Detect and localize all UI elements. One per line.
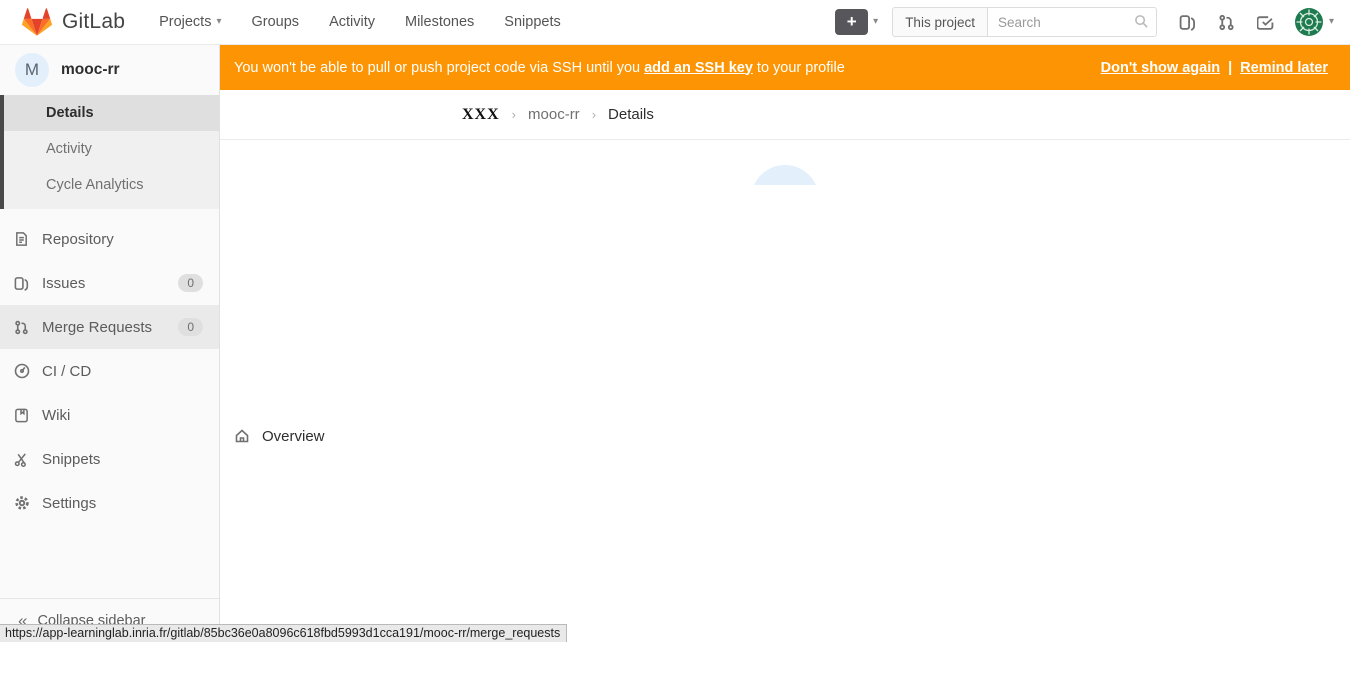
issues-icon bbox=[14, 276, 30, 291]
breadcrumb-group[interactable]: XXX bbox=[462, 106, 500, 124]
breadcrumb-page[interactable]: Details bbox=[608, 106, 654, 123]
search-input[interactable] bbox=[987, 7, 1157, 37]
issues-count-badge: 0 bbox=[178, 274, 203, 292]
remind-later-link[interactable]: Remind later bbox=[1240, 60, 1328, 76]
header-icons bbox=[1179, 14, 1274, 31]
top-navbar: GitLab Projects ▾ Groups Activity Milest… bbox=[0, 0, 1350, 45]
plus-icon: + bbox=[835, 9, 868, 35]
chevron-down-icon: ▾ bbox=[216, 17, 221, 27]
sidebar-item-merge-requests[interactable]: Merge Requests 0 bbox=[0, 305, 219, 349]
alert-separator: | bbox=[1228, 60, 1232, 76]
issues-icon[interactable] bbox=[1179, 14, 1196, 31]
merge-requests-count-badge: 0 bbox=[178, 318, 203, 336]
merge-requests-icon[interactable] bbox=[1218, 14, 1235, 31]
navbar-right: + ▾ This project bbox=[835, 7, 1334, 37]
browser-status-bar: https://app-learninglab.inria.fr/gitlab/… bbox=[0, 624, 567, 642]
breadcrumb: XXX › mooc-rr › Details bbox=[220, 90, 1350, 140]
merge-requests-icon bbox=[14, 320, 30, 335]
sidebar-item-settings[interactable]: Settings bbox=[0, 481, 219, 525]
nav-item-milestones[interactable]: Milestones bbox=[405, 14, 474, 30]
wiki-icon bbox=[14, 408, 30, 423]
sidebar-item-cycle-analytics[interactable]: Cycle Analytics bbox=[4, 167, 219, 203]
sidebar-item-details[interactable]: Details bbox=[4, 95, 219, 131]
chevron-down-icon: ▾ bbox=[873, 17, 878, 27]
chevron-right-icon: › bbox=[592, 107, 596, 122]
sidebar-project-name: mooc-rr bbox=[61, 61, 120, 79]
search-group: This project bbox=[892, 7, 1157, 37]
todos-icon[interactable] bbox=[1257, 14, 1274, 31]
nav-menu: Projects ▾ Groups Activity Milestones Sn… bbox=[159, 14, 561, 30]
brand-name: GitLab bbox=[62, 10, 125, 34]
sidebar-item-repository[interactable]: Repository bbox=[0, 217, 219, 261]
sidebar-item-wiki[interactable]: Wiki bbox=[0, 393, 219, 437]
nav-item-snippets[interactable]: Snippets bbox=[504, 14, 560, 30]
sidebar-item-activity[interactable]: Activity bbox=[4, 131, 219, 167]
project-avatar: M bbox=[15, 53, 49, 87]
breadcrumb-project[interactable]: mooc-rr bbox=[528, 106, 580, 123]
user-avatar bbox=[1294, 7, 1324, 37]
sidebar-item-issues[interactable]: Issues 0 bbox=[0, 261, 219, 305]
nav-item-activity[interactable]: Activity bbox=[329, 14, 375, 30]
alert-message: You won't be able to pull or push projec… bbox=[234, 60, 1101, 76]
repository-icon bbox=[14, 231, 30, 247]
gitlab-brand[interactable]: GitLab bbox=[22, 7, 125, 37]
home-icon bbox=[234, 428, 250, 444]
gear-icon bbox=[14, 495, 30, 511]
nav-item-projects[interactable]: Projects ▾ bbox=[159, 14, 221, 30]
user-menu[interactable]: ▾ bbox=[1294, 7, 1334, 37]
new-menu-button[interactable]: + ▾ bbox=[835, 9, 878, 35]
project-sidebar: M mooc-rr Overview Details Activity Cycl… bbox=[0, 45, 220, 642]
ssh-key-alert: You won't be able to pull or push projec… bbox=[220, 45, 1350, 90]
nav-item-groups[interactable]: Groups bbox=[252, 14, 300, 30]
snippets-icon bbox=[14, 452, 30, 467]
chevron-right-icon: › bbox=[512, 107, 516, 122]
sidebar-section-overview: Overview Details Activity Cycle Analytic… bbox=[0, 95, 219, 209]
gitlab-logo-icon bbox=[22, 7, 52, 37]
ci-cd-icon bbox=[14, 363, 30, 379]
sidebar-item-overview[interactable]: Overview bbox=[220, 185, 1350, 687]
add-ssh-key-link[interactable]: add an SSH key bbox=[644, 60, 753, 76]
search-icon bbox=[1134, 14, 1149, 29]
dont-show-again-link[interactable]: Don't show again bbox=[1101, 60, 1220, 76]
search-scope-label: This project bbox=[892, 7, 987, 37]
sidebar-item-ci-cd[interactable]: CI / CD bbox=[0, 349, 219, 393]
sidebar-project-header[interactable]: M mooc-rr bbox=[0, 45, 219, 95]
chevron-down-icon: ▾ bbox=[1329, 17, 1334, 27]
sidebar-item-snippets[interactable]: Snippets bbox=[0, 437, 219, 481]
